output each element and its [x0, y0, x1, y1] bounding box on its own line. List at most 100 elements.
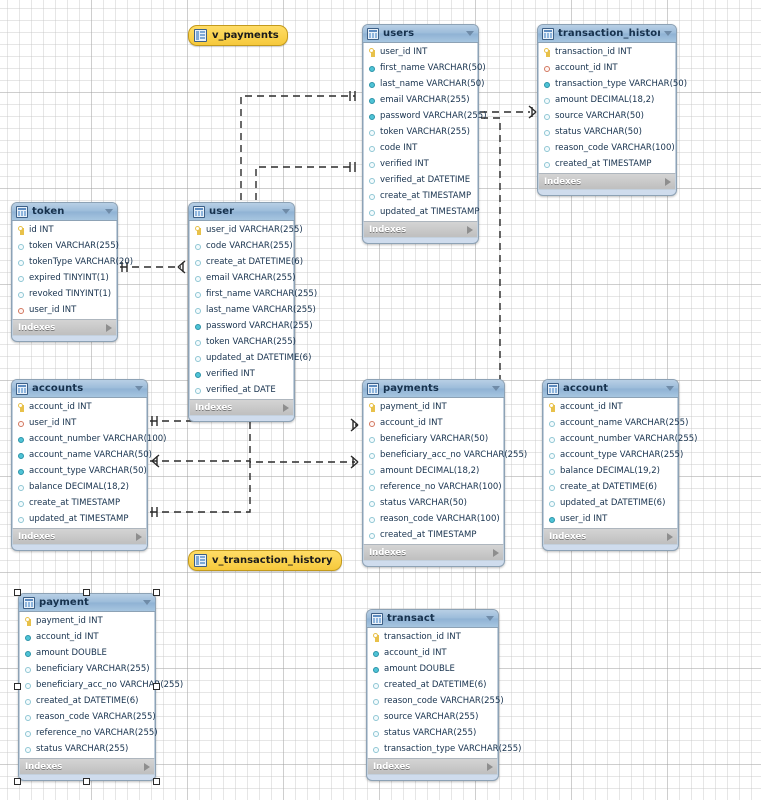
chevron-down-icon[interactable]	[282, 209, 290, 214]
column-row[interactable]: reason_code VARCHAR(255)	[368, 693, 504, 709]
column-row[interactable]: balance DECIMAL(18,2)	[13, 479, 146, 495]
column-row[interactable]: account_name VARCHAR(50)	[13, 447, 152, 463]
column-row[interactable]: transaction_type VARCHAR(50)	[539, 76, 687, 92]
column-row[interactable]: user_id INT	[13, 302, 116, 318]
selection-handle[interactable]	[153, 589, 160, 596]
column-row[interactable]: password VARCHAR(255)	[190, 318, 313, 334]
column-row[interactable]: first_name VARCHAR(255)	[190, 286, 317, 302]
selection-handle[interactable]	[14, 683, 21, 690]
column-row[interactable]: transaction_id INT	[368, 629, 497, 645]
column-row[interactable]: created_at TIMESTAMP	[364, 527, 503, 543]
table-token[interactable]: token id INT token VARCHAR(255) tokenType V…	[11, 202, 133, 342]
column-row[interactable]: created_at TIMESTAMP	[539, 156, 675, 172]
expand-right-icon[interactable]	[136, 532, 142, 541]
chevron-down-icon[interactable]	[486, 616, 494, 621]
column-row[interactable]: amount DOUBLE	[20, 645, 154, 661]
column-row[interactable]: verified_at DATETIME	[364, 172, 477, 188]
column-row[interactable]: status VARCHAR(50)	[364, 495, 503, 511]
expand-right-icon[interactable]	[144, 762, 150, 771]
table-payment[interactable]: payment payment_id INT account_id INT amoun…	[18, 593, 183, 781]
table-users[interactable]: users user_id INT first_name VARCHAR(50) la…	[362, 24, 487, 244]
selection-handle[interactable]	[14, 589, 21, 596]
eer-diagram-canvas[interactable]: users user_id INT first_name VARCHAR(50) la…	[0, 0, 761, 800]
column-row[interactable]: user_id INT	[364, 44, 477, 60]
selection-handle[interactable]	[14, 778, 21, 785]
indexes-section-token[interactable]: Indexes	[12, 319, 117, 336]
column-row[interactable]: account_type VARCHAR(255)	[544, 447, 683, 463]
indexes-section-user[interactable]: Indexes	[189, 399, 294, 416]
table-header-users[interactable]: users	[363, 25, 478, 43]
column-row[interactable]: token VARCHAR(255)	[364, 124, 477, 140]
selection-handle[interactable]	[83, 589, 90, 596]
chevron-down-icon[interactable]	[143, 600, 151, 605]
expand-right-icon[interactable]	[467, 225, 473, 234]
indexes-section-payment[interactable]: Indexes	[19, 758, 155, 775]
chevron-down-icon[interactable]	[666, 386, 674, 391]
column-row[interactable]: payment_id INT	[20, 613, 154, 629]
expand-right-icon[interactable]	[665, 177, 671, 186]
table-header-token[interactable]: token	[12, 203, 117, 221]
column-row[interactable]: token VARCHAR(255)	[13, 238, 119, 254]
column-row[interactable]: reference_no VARCHAR(100)	[364, 479, 503, 495]
table-header-account[interactable]: account	[543, 380, 678, 398]
column-row[interactable]: account_number VARCHAR(255)	[544, 431, 697, 447]
column-row[interactable]: user_id INT	[544, 511, 677, 527]
column-row[interactable]: create_at TIMESTAMP	[13, 495, 146, 511]
column-row[interactable]: beneficiary VARCHAR(50)	[364, 431, 503, 447]
column-row[interactable]: account_id INT	[544, 399, 677, 415]
column-row[interactable]: create_at DATETIME(6)	[190, 254, 303, 270]
expand-right-icon[interactable]	[106, 323, 112, 332]
column-row[interactable]: code INT	[364, 140, 477, 156]
column-row[interactable]: status VARCHAR(50)	[539, 124, 675, 140]
table-payments[interactable]: payments payment_id INT account_id INT bene…	[362, 379, 527, 567]
column-row[interactable]: account_id INT	[368, 645, 497, 661]
column-row[interactable]: verified INT	[364, 156, 477, 172]
column-row[interactable]: verified_at DATE	[190, 382, 293, 398]
column-row[interactable]: code VARCHAR(255)	[190, 238, 293, 254]
selection-handle[interactable]	[153, 778, 160, 785]
chevron-down-icon[interactable]	[664, 31, 672, 36]
indexes-section-account[interactable]: Indexes	[543, 528, 678, 545]
column-row[interactable]: updated_at TIMESTAMP	[364, 204, 479, 220]
column-row[interactable]: last_name VARCHAR(50)	[364, 76, 484, 92]
chevron-down-icon[interactable]	[492, 386, 500, 391]
table-header-user[interactable]: user	[189, 203, 294, 221]
column-row[interactable]: account_id INT	[539, 60, 675, 76]
table-account[interactable]: account account_id INT account_name VARCHA…	[542, 379, 697, 551]
view-v_transaction_history[interactable]: v_transaction_history	[188, 550, 342, 571]
expand-right-icon[interactable]	[667, 532, 673, 541]
indexes-section-users[interactable]: Indexes	[363, 221, 478, 238]
table-header-accounts[interactable]: accounts	[12, 380, 147, 398]
column-row[interactable]: source VARCHAR(255)	[368, 709, 497, 725]
column-row[interactable]: account_number VARCHAR(100)	[13, 431, 166, 447]
column-row[interactable]: beneficiary VARCHAR(255)	[20, 661, 154, 677]
column-row[interactable]: account_type VARCHAR(50)	[13, 463, 147, 479]
column-row[interactable]: password VARCHAR(255)	[364, 108, 487, 124]
table-accounts[interactable]: accounts account_id INT user_id INT account…	[11, 379, 166, 551]
column-row[interactable]: updated_at TIMESTAMP	[13, 511, 146, 527]
column-row[interactable]: beneficiary_acc_no VARCHAR(255)	[364, 447, 527, 463]
column-row[interactable]: updated_at DATETIME(6)	[544, 495, 677, 511]
selection-handle[interactable]	[83, 778, 90, 785]
column-row[interactable]: beneficiary_acc_no VARCHAR(255)	[20, 677, 183, 693]
column-row[interactable]: account_name VARCHAR(255)	[544, 415, 688, 431]
column-row[interactable]: amount DECIMAL(18,2)	[364, 463, 503, 479]
column-row[interactable]: revoked TINYINT(1)	[13, 286, 116, 302]
column-row[interactable]: verified INT	[190, 366, 293, 382]
column-row[interactable]: reason_code VARCHAR(100)	[364, 511, 503, 527]
indexes-section-transact[interactable]: Indexes	[367, 758, 498, 775]
table-header-payment[interactable]: payment	[19, 594, 155, 612]
column-row[interactable]: reference_no VARCHAR(255)	[20, 725, 158, 741]
column-row[interactable]: user_id INT	[13, 415, 146, 431]
table-transact[interactable]: transact transaction_id INT account_id INT…	[366, 609, 521, 781]
column-row[interactable]: tokenType VARCHAR(20)	[13, 254, 133, 270]
column-row[interactable]: amount DOUBLE	[368, 661, 497, 677]
indexes-section-transaction_history[interactable]: Indexes	[538, 173, 676, 190]
column-row[interactable]: balance DECIMAL(19,2)	[544, 463, 677, 479]
column-row[interactable]: reason_code VARCHAR(100)	[539, 140, 675, 156]
column-row[interactable]: created_at DATETIME(6)	[368, 677, 497, 693]
column-row[interactable]: updated_at DATETIME(6)	[190, 350, 311, 366]
column-row[interactable]: create_at DATETIME(6)	[544, 479, 677, 495]
indexes-section-payments[interactable]: Indexes	[363, 544, 504, 561]
expand-right-icon[interactable]	[487, 762, 493, 771]
